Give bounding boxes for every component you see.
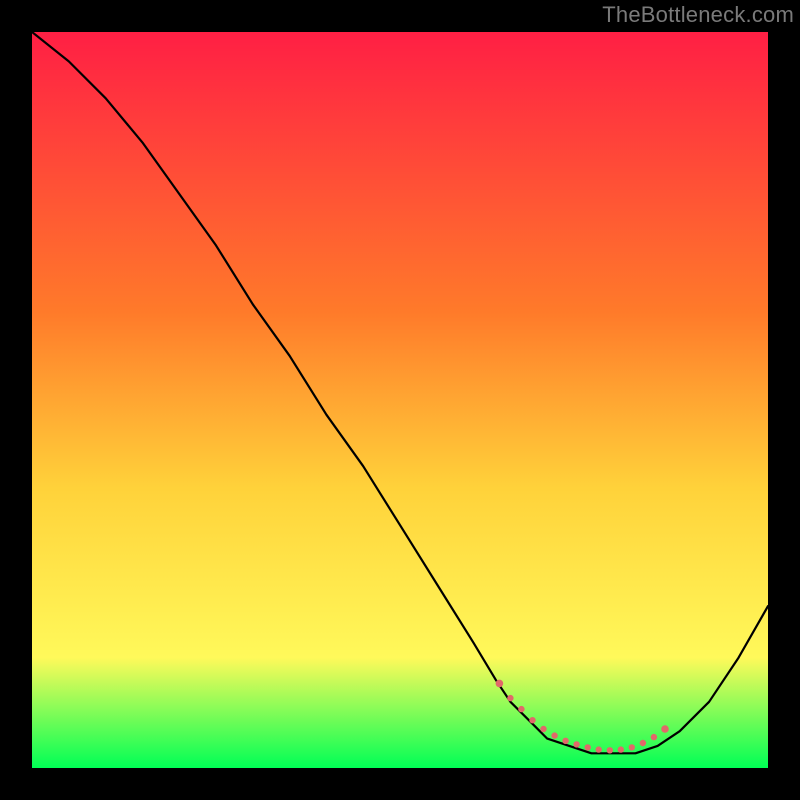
watermark-text: TheBottleneck.com <box>602 2 794 28</box>
marker-dot <box>551 732 557 738</box>
outer-frame: TheBottleneck.com <box>0 0 800 800</box>
marker-dot <box>518 706 524 712</box>
chart-plot-area <box>32 32 768 768</box>
marker-dot <box>507 695 513 701</box>
marker-dot <box>607 747 613 753</box>
marker-dot <box>596 746 602 752</box>
marker-dot <box>496 680 504 688</box>
marker-dot <box>573 741 579 747</box>
marker-dot <box>629 744 635 750</box>
marker-dot <box>640 740 646 746</box>
marker-dot <box>585 744 591 750</box>
marker-dot <box>540 726 546 732</box>
marker-dot <box>661 725 669 733</box>
marker-dot <box>618 746 624 752</box>
marker-dot <box>562 738 568 744</box>
marker-dot <box>529 717 535 723</box>
marker-dot <box>651 734 657 740</box>
chart-svg <box>32 32 768 768</box>
